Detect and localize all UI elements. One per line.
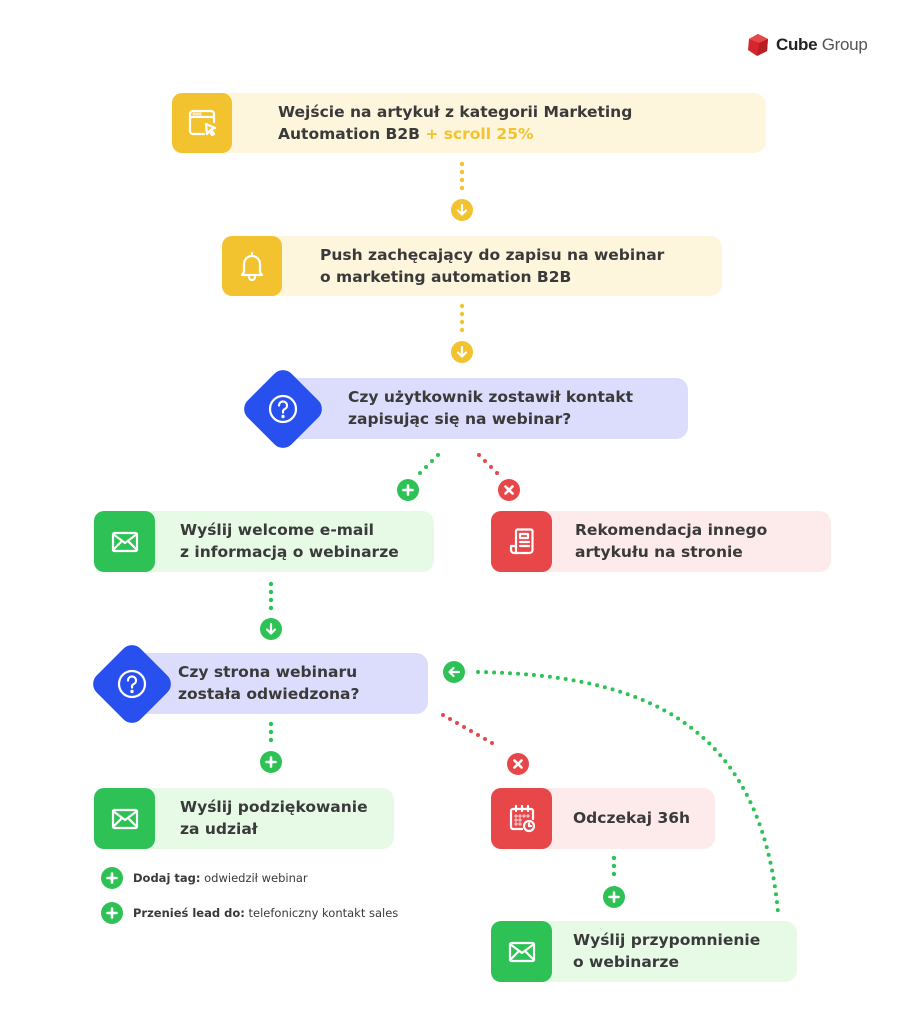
step-entry-card: Wejście na artykuł z kategorii Marketing… <box>172 93 766 153</box>
arrow-down-badge <box>260 618 282 640</box>
bell-icon <box>240 251 264 282</box>
step-thanks-text: Wyślij podziękowanie za udział <box>180 796 368 840</box>
connector-question2-yes <box>268 721 274 743</box>
plus-icon <box>265 756 277 768</box>
envelope-icon <box>111 808 138 829</box>
connector-question1-yes <box>418 453 440 475</box>
scroll-highlight: + scroll 25% <box>425 125 534 143</box>
question-icon <box>117 669 147 699</box>
connector-push-to-question1 <box>459 303 465 333</box>
connector-entry-to-push <box>459 161 465 191</box>
step-recommendation-icon-box <box>491 511 552 572</box>
step-thanks-line2: za udział <box>180 820 258 838</box>
connector-question1-no <box>477 453 499 475</box>
action-item: Dodaj tag: odwiedził webinar <box>101 867 308 889</box>
step-push-icon-box <box>222 236 282 296</box>
envelope-icon <box>508 941 535 962</box>
step-entry-icon-box <box>172 93 232 153</box>
step-recommendation-card: Rekomendacja innego artykułu na stronie <box>491 511 831 572</box>
yes-badge <box>603 886 625 908</box>
envelope-icon <box>111 531 138 552</box>
calendar-clock-icon <box>509 804 535 832</box>
yes-badge <box>397 479 419 501</box>
connector-welcome-to-question2 <box>268 581 274 611</box>
question2-line2: została odwiedzona? <box>178 685 360 703</box>
question1-text: Czy użytkownik zostawił kontakt zapisują… <box>348 386 633 430</box>
step-welcome-email-text: Wyślij welcome e-mail z informacją o web… <box>180 519 399 563</box>
arrow-down-icon <box>456 345 468 358</box>
step-wait-line1: Odczekaj 36h <box>573 809 691 827</box>
arrow-down-badge <box>451 341 473 363</box>
step-thanks-card: Wyślij podziękowanie za udział <box>94 788 394 849</box>
step-push-card: Push zachęcający do zapisu na webinar o … <box>222 236 722 296</box>
plus-icon <box>106 872 118 884</box>
step-recommendation-line1: Rekomendacja innego <box>575 521 768 539</box>
plus-icon <box>402 484 414 496</box>
step-recommendation-line2: artykułu na stronie <box>575 543 743 561</box>
cube-logo-icon <box>748 34 768 56</box>
step-push-text: Push zachęcający do zapisu na webinar o … <box>320 244 664 288</box>
cross-icon <box>504 485 514 495</box>
action-item: Przenieś lead do: telefoniczny kontakt s… <box>101 902 398 924</box>
step-wait-text: Odczekaj 36h <box>573 807 690 829</box>
arrow-left-icon <box>448 666 461 678</box>
step-welcome-email-line2: z informacją o webinarze <box>180 543 399 561</box>
plus-badge <box>101 867 123 889</box>
step-entry-line2: Automation B2B + scroll 25% <box>278 125 534 143</box>
article-icon <box>509 527 534 554</box>
step-thanks-line1: Wyślij podziękowanie <box>180 798 368 816</box>
question1-card: Czy użytkownik zostawił kontakt zapisują… <box>282 378 688 439</box>
no-badge <box>507 753 529 775</box>
step-wait-card: Odczekaj 36h <box>491 788 715 849</box>
no-badge <box>498 479 520 501</box>
step-reminder-icon-box <box>491 921 552 982</box>
arrow-down-icon <box>456 203 468 216</box>
plus-icon <box>106 907 118 919</box>
loop-back-badge <box>443 661 465 683</box>
arrow-down-badge <box>451 199 473 221</box>
step-reminder-line2: o webinarze <box>573 953 679 971</box>
connector-wait-to-reminder <box>611 855 617 877</box>
step-reminder-card: Wyślij przypomnienie o webinarze <box>491 921 797 982</box>
question2-line1: Czy strona webinaru <box>178 663 358 681</box>
step-entry-text: Wejście na artykuł z kategorii Marketing… <box>278 101 632 145</box>
question2-text: Czy strona webinaru została odwiedzona? <box>178 661 360 705</box>
step-reminder-line1: Wyślij przypomnienie <box>573 931 761 949</box>
connector-question2-no <box>441 713 494 745</box>
arrow-down-icon <box>265 622 277 635</box>
question-icon <box>268 394 298 424</box>
brand-logo: Cube Group <box>746 30 868 60</box>
plus-icon <box>608 891 620 903</box>
step-recommendation-text: Rekomendacja innego artykułu na stronie <box>575 519 767 563</box>
yes-badge <box>260 751 282 773</box>
step-welcome-email-icon-box <box>94 511 155 572</box>
browser-click-icon <box>188 109 217 137</box>
step-thanks-icon-box <box>94 788 155 849</box>
step-wait-icon-box <box>491 788 552 849</box>
brand-name: Cube Group <box>776 35 868 54</box>
question1-line2: zapisując się na webinar? <box>348 410 572 428</box>
cross-icon <box>513 759 523 769</box>
step-welcome-email-card: Wyślij welcome e-mail z informacją o web… <box>94 511 434 572</box>
question1-line1: Czy użytkownik zostawił kontakt <box>348 388 634 406</box>
step-push-line2: o marketing automation B2B <box>320 268 572 286</box>
step-push-line1: Push zachęcający do zapisu na webinar <box>320 246 665 264</box>
step-reminder-text: Wyślij przypomnienie o webinarze <box>573 929 760 973</box>
step-welcome-email-line1: Wyślij welcome e-mail <box>180 521 374 539</box>
step-entry-line1: Wejście na artykuł z kategorii Marketing <box>278 103 633 121</box>
plus-badge <box>101 902 123 924</box>
